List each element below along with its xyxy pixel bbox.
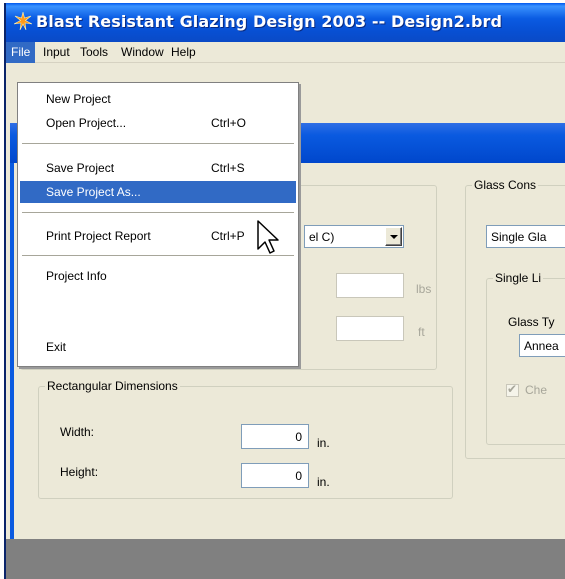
glass-construction-combo[interactable]: Single Gla — [486, 225, 565, 248]
menu-item-exit[interactable]: Exit — [20, 336, 296, 358]
single-lite-title: Single Li — [493, 271, 544, 285]
height-label: Height: — [60, 465, 99, 479]
app-icon — [14, 12, 32, 30]
width-unit: in. — [317, 436, 330, 450]
charge-weight-unit: lbs — [416, 282, 432, 296]
menu-help[interactable]: Help — [166, 42, 201, 63]
menu-separator — [22, 143, 294, 144]
charge-weight-input[interactable] — [336, 273, 404, 298]
glass-checkbox[interactable]: ✔ — [506, 382, 519, 397]
glass-type-combo[interactable]: Annea — [519, 334, 565, 357]
glass-type-combo-value: Annea — [524, 339, 559, 353]
rectangular-dimensions-title: Rectangular Dimensions — [45, 379, 180, 393]
menu-tools[interactable]: Tools — [75, 42, 113, 63]
menu-separator — [22, 255, 294, 256]
menu-item-print-project-report[interactable]: Print Project Report Ctrl+P — [20, 225, 296, 247]
glass-type-label: Glass Ty — [508, 315, 555, 329]
glass-construction-title: Glass Cons — [472, 178, 539, 192]
height-input[interactable]: 0 — [241, 463, 309, 488]
menu-item-open-project[interactable]: Open Project... Ctrl+O — [20, 112, 296, 134]
glass-construction-combo-value: Single Gla — [491, 230, 547, 244]
glass-checkbox-label: Che — [525, 383, 548, 397]
threat-level-combo-value: el C) — [309, 230, 335, 244]
menu-item-save-project-as[interactable]: Save Project As... — [20, 181, 296, 203]
menu-item-new-project[interactable]: New Project — [20, 88, 296, 110]
title-bar[interactable]: Blast Resistant Glazing Design 2003 -- D… — [6, 3, 565, 42]
single-lite-groupbox: Single Li — [486, 271, 565, 445]
checkmark-icon: ✔ — [507, 382, 518, 396]
menu-bar: File Input Tools Window Help — [6, 42, 565, 63]
menu-window[interactable]: Window — [116, 42, 169, 63]
chevron-down-icon — [390, 235, 398, 239]
application-window: Blast Resistant Glazing Design 2003 -- D… — [4, 3, 565, 579]
window-title: Blast Resistant Glazing Design 2003 -- D… — [36, 12, 503, 31]
menu-item-save-project[interactable]: Save Project Ctrl+S — [20, 157, 296, 179]
mdi-background — [6, 539, 565, 579]
threat-level-combo-button[interactable] — [385, 227, 402, 246]
menu-file[interactable]: File — [6, 42, 36, 63]
threat-level-combo[interactable]: el C) — [304, 225, 404, 248]
menu-separator — [22, 212, 294, 213]
menu-input[interactable]: Input — [38, 42, 75, 63]
height-unit: in. — [317, 475, 330, 489]
standoff-distance-unit: ft — [418, 325, 425, 339]
standoff-distance-input[interactable] — [336, 316, 404, 341]
width-input[interactable]: 0 — [241, 424, 309, 449]
mouse-cursor-icon — [257, 220, 279, 254]
menu-item-project-info[interactable]: Project Info — [20, 265, 296, 287]
width-label: Width: — [60, 425, 95, 439]
